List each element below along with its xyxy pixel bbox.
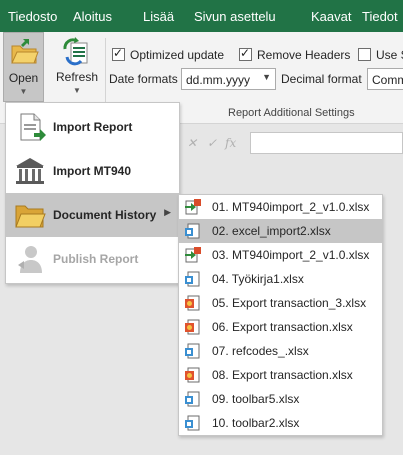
history-item-07[interactable]: 07. refcodes_.xlsx <box>179 339 382 363</box>
history-item-03[interactable]: 03. MT940import_2_v1.0.xlsx <box>179 243 382 267</box>
history-item-label: 02. excel_import2.xlsx <box>212 224 331 238</box>
excel-doc-icon <box>185 223 200 239</box>
history-item-label: 09. toolbar5.xlsx <box>212 392 300 406</box>
menu-item-import-report[interactable]: Import Report <box>6 105 179 149</box>
folder-icon <box>15 205 46 228</box>
date-formats-label: Date formats <box>109 72 178 86</box>
menu-item-label: Import Report <box>53 120 133 134</box>
cancel-icon[interactable]: ✕ <box>187 136 197 150</box>
history-item-08[interactable]: 08. Export transaction.xlsx <box>179 363 382 387</box>
menu-item-document-history[interactable]: Document History ▶ <box>6 193 179 237</box>
excel-doc-icon <box>185 271 200 287</box>
menu-item-publish-report[interactable]: Publish Report <box>6 237 179 281</box>
tab-tiedot[interactable]: Tiedot <box>362 9 398 24</box>
menu-item-label: Document History <box>53 208 157 222</box>
excel-doc-icon <box>185 343 200 359</box>
refresh-button[interactable]: Refresh ▼ <box>52 32 102 102</box>
optimized-update-label: Optimized update <box>130 48 225 62</box>
ribbon-group-label: Report Additional Settings <box>228 107 355 119</box>
tab-sivun-asettelu[interactable]: Sivun asettelu <box>194 9 276 24</box>
enter-icon[interactable]: ✓ <box>207 136 217 150</box>
history-item-01[interactable]: 01. MT940import_2_v1.0.xlsx <box>179 195 382 219</box>
history-item-label: 08. Export transaction.xlsx <box>212 368 353 382</box>
history-item-label: 06. Export transaction.xlsx <box>212 320 353 334</box>
history-item-02[interactable]: 02. excel_import2.xlsx <box>179 219 382 243</box>
optimized-update-checkbox[interactable]: ✓ <box>112 46 125 61</box>
open-folder-icon <box>11 39 39 64</box>
formula-input[interactable] <box>250 132 403 154</box>
history-item-label: 07. refcodes_.xlsx <box>212 344 309 358</box>
chevron-down-icon: ▼ <box>73 86 81 95</box>
use-s-label: Use S <box>376 48 403 62</box>
decimal-format-label: Decimal format <box>281 72 362 86</box>
history-item-label: 05. Export transaction_3.xlsx <box>212 296 367 310</box>
history-item-05[interactable]: 05. Export transaction_3.xlsx <box>179 291 382 315</box>
open-button[interactable]: Open ▼ <box>3 32 44 102</box>
excel-doc-icon <box>185 415 200 431</box>
check-icon: ✓ <box>113 46 124 60</box>
use-s-checkbox[interactable] <box>358 48 371 61</box>
remove-headers-checkbox[interactable]: ✓ <box>239 46 252 61</box>
mt940-doc-icon <box>185 247 201 263</box>
tab-lisaa[interactable]: Lisää <box>143 9 174 24</box>
history-item-10[interactable]: 10. toolbar2.xlsx <box>179 411 382 435</box>
chevron-down-icon: ▼ <box>262 72 271 82</box>
bank-building-icon <box>16 158 44 184</box>
history-item-label: 04. Työkirja1.xlsx <box>212 272 304 286</box>
date-format-value: dd.mm.yyyy <box>186 73 251 87</box>
open-menu: Import Report Import MT940 Document Hist… <box>5 102 180 284</box>
menu-item-label: Import MT940 <box>53 164 132 178</box>
export-doc-icon <box>185 295 200 311</box>
menu-item-label: Publish Report <box>53 252 139 266</box>
refresh-button-label: Refresh <box>55 70 99 84</box>
date-format-select[interactable]: dd.mm.yyyy ▼ <box>181 68 276 90</box>
mt940-doc-icon <box>185 199 201 215</box>
history-item-label: 10. toolbar2.xlsx <box>212 416 300 430</box>
import-report-icon <box>20 113 46 141</box>
ribbon-tab-bar: Tiedosto Aloitus Lisää Sivun asettelu Ka… <box>0 0 403 32</box>
history-item-label: 03. MT940import_2_v1.0.xlsx <box>212 248 370 262</box>
publish-person-icon <box>18 246 42 273</box>
decimal-format-select[interactable]: Comm <box>367 68 403 90</box>
export-doc-icon <box>185 319 200 335</box>
export-doc-icon <box>185 367 200 383</box>
tab-tiedosto[interactable]: Tiedosto <box>8 9 57 24</box>
chevron-right-icon: ▶ <box>164 207 171 217</box>
history-item-09[interactable]: 09. toolbar5.xlsx <box>179 387 382 411</box>
history-item-04[interactable]: 04. Työkirja1.xlsx <box>179 267 382 291</box>
refresh-icon <box>63 37 88 66</box>
excel-doc-icon <box>185 391 200 407</box>
history-item-label: 01. MT940import_2_v1.0.xlsx <box>212 200 370 214</box>
function-icon[interactable]: fx <box>225 136 236 150</box>
check-icon: ✓ <box>240 46 251 60</box>
history-item-06[interactable]: 06. Export transaction.xlsx <box>179 315 382 339</box>
menu-item-import-mt940[interactable]: Import MT940 <box>6 149 179 193</box>
tab-aloitus[interactable]: Aloitus <box>73 9 112 24</box>
decimal-format-value: Comm <box>372 73 403 87</box>
document-history-submenu: 01. MT940import_2_v1.0.xlsx 02. excel_im… <box>178 194 383 436</box>
open-button-label: Open <box>8 71 39 85</box>
remove-headers-label: Remove Headers <box>257 48 351 62</box>
chevron-down-icon: ▼ <box>19 87 28 96</box>
tab-kaavat[interactable]: Kaavat <box>311 9 351 24</box>
